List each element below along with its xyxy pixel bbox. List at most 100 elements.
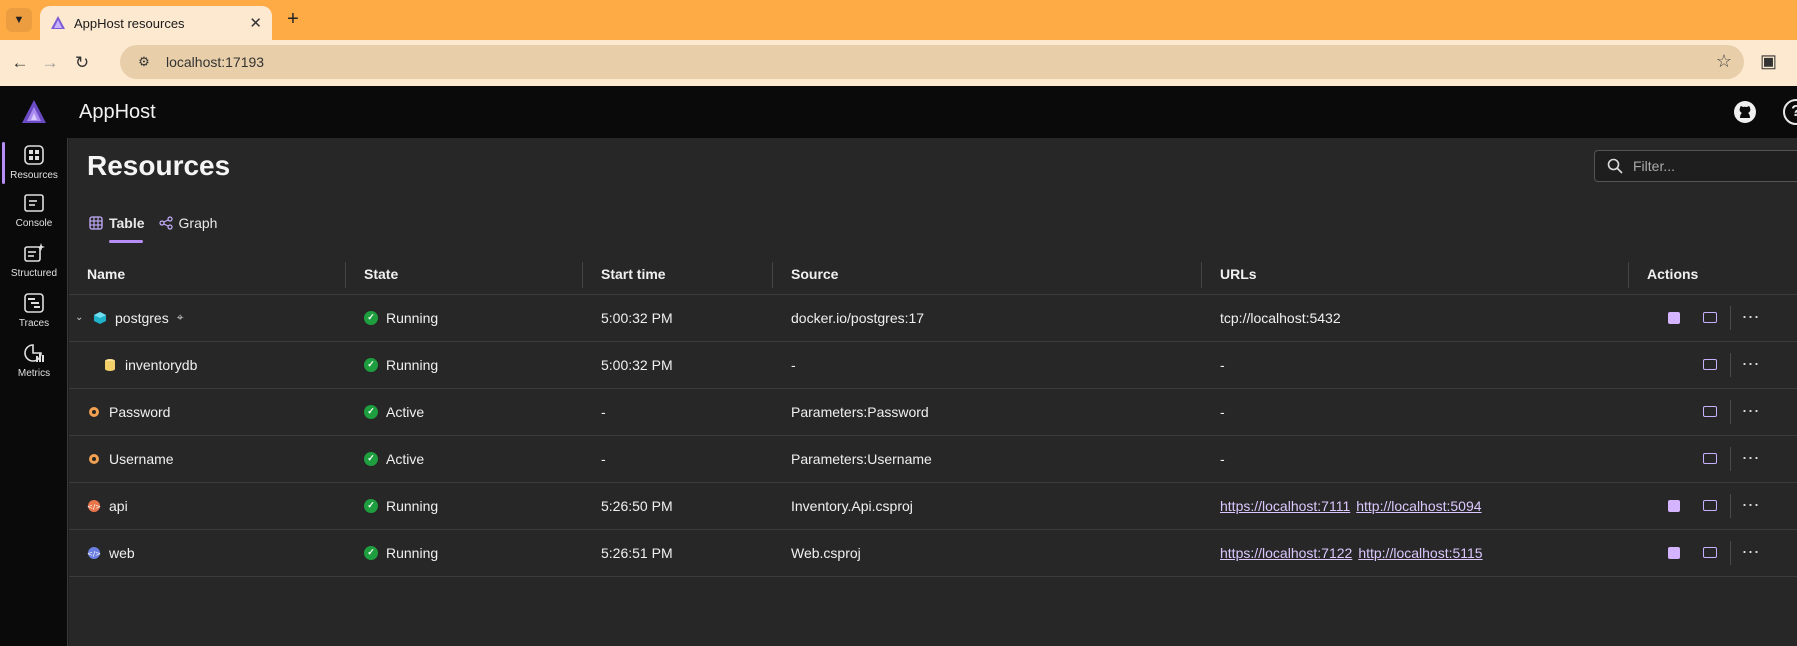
aspire-logo-icon[interactable] — [20, 98, 48, 126]
actions-cell: ⋯ — [1629, 294, 1797, 342]
stop-button[interactable] — [1656, 304, 1692, 332]
table-row[interactable]: </> web ✓ Running 5:26:51 PM Web.csproj https:… — [69, 529, 1797, 577]
bookmark-star-icon[interactable]: ☆ — [1716, 51, 1732, 72]
browser-tab[interactable]: AppHost resources ✕ — [40, 6, 272, 40]
github-icon[interactable] — [1733, 100, 1757, 124]
help-icon[interactable]: ? — [1783, 99, 1797, 125]
divider — [1730, 493, 1731, 518]
table-row[interactable]: Password ✓ Active - Parameters:Password - ⋯ — [69, 388, 1797, 436]
url-text: tcp://localhost:5432 — [1220, 309, 1341, 326]
console-logs-button[interactable] — [1692, 351, 1728, 379]
table-row[interactable]: ⌄ postgres ⌖ ✓ Running 5:00:32 PM docker.io/po… — [69, 294, 1797, 342]
console-logs-button[interactable] — [1692, 539, 1728, 567]
name-cell: Password — [69, 388, 346, 436]
state-text: Active — [386, 403, 425, 420]
parameter-icon — [89, 406, 99, 417]
site-settings-icon[interactable]: ⚙ — [132, 50, 156, 74]
nav-item-traces[interactable]: Traces — [0, 288, 68, 336]
name-cell: Username — [69, 435, 346, 483]
table-row[interactable]: </> api ✓ Running 5:26:50 PM Inventory.Api.cs… — [69, 482, 1797, 530]
reload-icon[interactable]: ↻ — [70, 52, 94, 76]
chevron-down-icon[interactable]: ⌄ — [75, 312, 85, 323]
start-time-cell: - — [583, 435, 773, 483]
extensions-icon[interactable]: ▣ — [1760, 51, 1777, 72]
endpoint-link[interactable]: http://localhost:5115 — [1358, 545, 1482, 561]
urls-cell: - — [1202, 341, 1629, 389]
new-tab-button[interactable]: + — [282, 9, 304, 31]
checkmark-circle-icon: ✓ — [364, 310, 378, 325]
console-logs-icon — [1703, 547, 1717, 558]
filter-input[interactable]: Filter... — [1594, 150, 1797, 182]
table-icon — [89, 216, 103, 230]
console-logs-button[interactable] — [1692, 492, 1728, 520]
side-nav: Resources Console Structured Traces Metr… — [0, 138, 68, 646]
state-cell: ✓ Active — [346, 435, 583, 483]
forward-arrow-icon[interactable]: → — [38, 52, 62, 76]
address-bar[interactable]: ⚙ localhost:17193 ☆ — [120, 45, 1744, 79]
more-actions-button[interactable]: ⋯ — [1733, 398, 1769, 426]
app-title: AppHost — [79, 101, 156, 123]
column-header-start-time[interactable]: Start time — [583, 254, 773, 295]
more-icon: ⋯ — [1741, 307, 1761, 327]
table-row[interactable]: Username ✓ Active - Parameters:Username - ⋯ — [69, 435, 1797, 483]
more-actions-button[interactable]: ⋯ — [1733, 351, 1769, 379]
column-header-source[interactable]: Source — [773, 254, 1202, 295]
resource-name: web — [109, 544, 135, 561]
database-icon — [105, 358, 115, 371]
console-logs-button[interactable] — [1692, 445, 1728, 473]
name-cell: </> web — [69, 529, 346, 577]
resource-name: api — [109, 497, 128, 514]
state-text: Running — [386, 544, 439, 561]
actions-cell: ⋯ — [1629, 482, 1797, 530]
filter-placeholder: Filter... — [1633, 158, 1676, 174]
source-cell: Parameters:Username — [773, 435, 1202, 483]
stop-button[interactable] — [1656, 492, 1692, 520]
actions-cell: ⋯ — [1629, 435, 1797, 483]
back-arrow-icon[interactable]: ← — [8, 52, 32, 76]
endpoint-link[interactable]: https://localhost:7122 — [1220, 545, 1352, 561]
nav-item-console[interactable]: Console — [0, 188, 68, 236]
endpoint-link[interactable]: https://localhost:7111 — [1220, 498, 1350, 514]
urls-cell: - — [1202, 435, 1629, 483]
divider — [1730, 446, 1731, 471]
url-text: - — [1220, 450, 1225, 467]
more-actions-button[interactable]: ⋯ — [1733, 445, 1769, 473]
nav-item-metrics[interactable]: Metrics — [0, 338, 68, 386]
nav-item-resources[interactable]: Resources — [0, 138, 68, 186]
tab-label: Table — [109, 215, 145, 231]
urls-cell: - — [1202, 388, 1629, 436]
container-icon — [94, 311, 106, 324]
state-text: Running — [386, 356, 439, 373]
more-actions-button[interactable]: ⋯ — [1733, 539, 1769, 567]
checkmark-circle-icon: ✓ — [364, 357, 378, 372]
nav-item-structured[interactable]: Structured — [0, 238, 68, 286]
endpoint-link[interactable]: http://localhost:5094 — [1356, 498, 1481, 514]
tab-table[interactable]: Table — [89, 212, 145, 243]
metrics-icon — [24, 344, 44, 362]
tab-search-button[interactable]: ▼ — [6, 8, 32, 32]
name-cell: inventorydb — [69, 341, 346, 389]
structured-icon — [24, 243, 45, 262]
more-actions-button[interactable]: ⋯ — [1733, 304, 1769, 332]
close-icon[interactable]: ✕ — [249, 14, 262, 32]
main-content: Resources Filter... Table Graph Name Sta… — [69, 138, 1797, 646]
pin-icon[interactable]: ⌖ — [177, 310, 184, 325]
column-header-state[interactable]: State — [346, 254, 583, 295]
console-logs-button[interactable] — [1692, 398, 1728, 426]
actions-cell: ⋯ — [1629, 529, 1797, 577]
column-header-urls[interactable]: URLs — [1202, 254, 1629, 295]
resource-name: Username — [109, 450, 174, 467]
tab-graph[interactable]: Graph — [158, 212, 217, 234]
resource-name: Password — [109, 403, 171, 420]
more-actions-button[interactable]: ⋯ — [1733, 492, 1769, 520]
start-time-cell: 5:26:51 PM — [583, 529, 773, 577]
column-header-name[interactable]: Name — [69, 254, 346, 295]
browser-toolbar: ← → ↻ ⚙ localhost:17193 ☆ ▣ — [0, 40, 1797, 86]
table-row[interactable]: inventorydb ✓ Running 5:00:32 PM - - ⋯ — [69, 341, 1797, 389]
url-text: - — [1220, 356, 1225, 373]
stop-icon — [1668, 499, 1680, 512]
console-logs-button[interactable] — [1692, 304, 1728, 332]
stop-button[interactable] — [1656, 539, 1692, 567]
svg-text:</>: </> — [87, 550, 101, 558]
stop-icon — [1668, 546, 1680, 559]
